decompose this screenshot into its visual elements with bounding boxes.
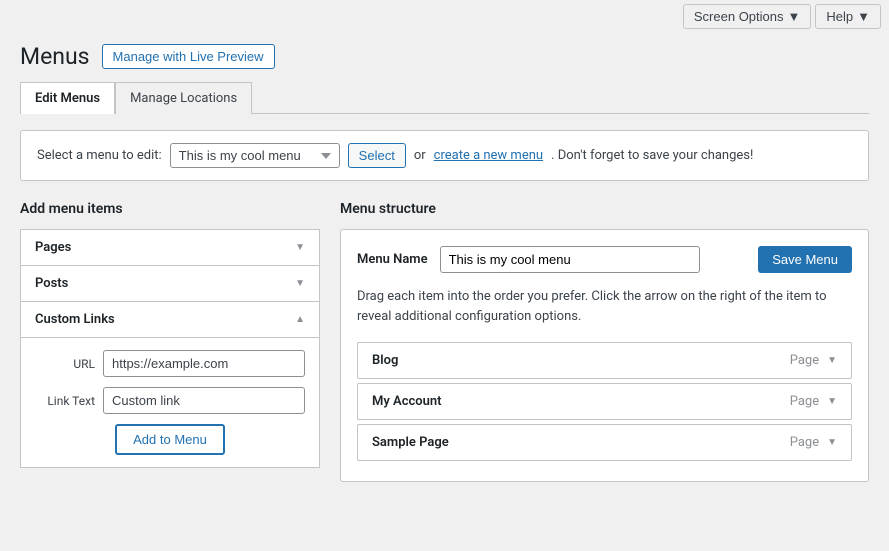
url-input[interactable]: [103, 350, 305, 377]
menu-name-input[interactable]: [440, 246, 700, 273]
menu-structure-box: Menu Name Save Menu Drag each item into …: [340, 229, 869, 482]
menu-item-sample-page-type: Page: [790, 435, 819, 450]
tab-row: Edit Menus Manage Locations: [20, 82, 869, 114]
link-text-input[interactable]: [103, 387, 305, 414]
add-menu-items-title: Add menu items: [20, 201, 320, 217]
menu-item-blog-chevron-icon[interactable]: ▼: [827, 355, 837, 366]
posts-accordion-label: Posts: [35, 276, 68, 291]
top-bar: Screen Options ▼ Help ▼: [0, 0, 889, 33]
posts-accordion-arrow-icon: ▼: [295, 278, 305, 289]
menu-item-my-account-right: Page ▼: [790, 394, 837, 409]
pages-accordion-header[interactable]: Pages ▼: [21, 230, 319, 265]
right-column: Menu structure Menu Name Save Menu Drag …: [340, 201, 869, 482]
menu-name-label: Menu Name: [357, 252, 428, 267]
help-chevron-icon: ▼: [857, 9, 870, 24]
menu-item-blog-type: Page: [790, 353, 819, 368]
menu-select-dropdown[interactable]: This is my cool menuAnother menu: [170, 143, 340, 168]
posts-accordion: Posts ▼: [20, 265, 320, 302]
custom-links-accordion-body: URL Link Text Add to Menu: [21, 337, 319, 467]
menu-item-blog-label: Blog: [372, 353, 398, 368]
tab-manage-locations[interactable]: Manage Locations: [115, 82, 252, 114]
left-column: Add menu items Pages ▼ Posts ▼ Custom Li…: [20, 201, 320, 467]
menu-item-blog-right: Page ▼: [790, 353, 837, 368]
screen-options-chevron-icon: ▼: [788, 9, 801, 24]
suffix-text: . Don't forget to save your changes!: [551, 148, 753, 163]
link-text-label: Link Text: [35, 394, 95, 408]
url-form-row: URL: [35, 350, 305, 377]
or-text: or: [414, 148, 426, 163]
screen-options-button[interactable]: Screen Options ▼: [683, 4, 811, 29]
menu-item-my-account-chevron-icon[interactable]: ▼: [827, 396, 837, 407]
menu-item-sample-page-right: Page ▼: [790, 435, 837, 450]
menu-item-sample-page-label: Sample Page: [372, 435, 449, 450]
custom-links-accordion-arrow-icon: ▲: [295, 314, 305, 325]
page-content: Menus Manage with Live Preview Edit Menu…: [0, 33, 889, 502]
pages-accordion-label: Pages: [35, 240, 71, 255]
select-menu-bar: Select a menu to edit: This is my cool m…: [20, 130, 869, 181]
screen-options-label: Screen Options: [694, 9, 784, 24]
select-prefix-text: Select a menu to edit:: [37, 148, 162, 163]
menu-structure-title: Menu structure: [340, 201, 869, 217]
pages-accordion-arrow-icon: ▼: [295, 242, 305, 253]
title-row: Menus Manage with Live Preview: [20, 43, 869, 70]
create-new-menu-link[interactable]: create a new menu: [434, 148, 543, 163]
menu-item-blog[interactable]: Blog Page ▼: [357, 342, 852, 379]
menu-item-my-account[interactable]: My Account Page ▼: [357, 383, 852, 420]
pages-accordion: Pages ▼: [20, 229, 320, 266]
drag-instructions: Drag each item into the order you prefer…: [357, 287, 852, 326]
url-label: URL: [35, 357, 95, 371]
help-label: Help: [826, 9, 853, 24]
select-button[interactable]: Select: [348, 143, 406, 168]
link-text-form-row: Link Text: [35, 387, 305, 414]
live-preview-button[interactable]: Manage with Live Preview: [102, 44, 275, 69]
menu-item-sample-page[interactable]: Sample Page Page ▼: [357, 424, 852, 461]
menu-item-my-account-label: My Account: [372, 394, 442, 409]
two-column-layout: Add menu items Pages ▼ Posts ▼ Custom Li…: [20, 201, 869, 482]
menu-name-row: Menu Name Save Menu: [357, 246, 852, 273]
custom-links-accordion-label: Custom Links: [35, 312, 115, 327]
save-menu-button[interactable]: Save Menu: [758, 246, 852, 273]
custom-links-accordion-header[interactable]: Custom Links ▲: [21, 302, 319, 337]
posts-accordion-header[interactable]: Posts ▼: [21, 266, 319, 301]
add-to-menu-button[interactable]: Add to Menu: [115, 424, 225, 455]
menu-item-my-account-type: Page: [790, 394, 819, 409]
help-button[interactable]: Help ▼: [815, 4, 881, 29]
page-title: Menus: [20, 43, 90, 70]
custom-links-accordion: Custom Links ▲ URL Link Text Add to Menu: [20, 301, 320, 468]
tab-edit-menus[interactable]: Edit Menus: [20, 82, 115, 114]
menu-item-sample-page-chevron-icon[interactable]: ▼: [827, 437, 837, 448]
